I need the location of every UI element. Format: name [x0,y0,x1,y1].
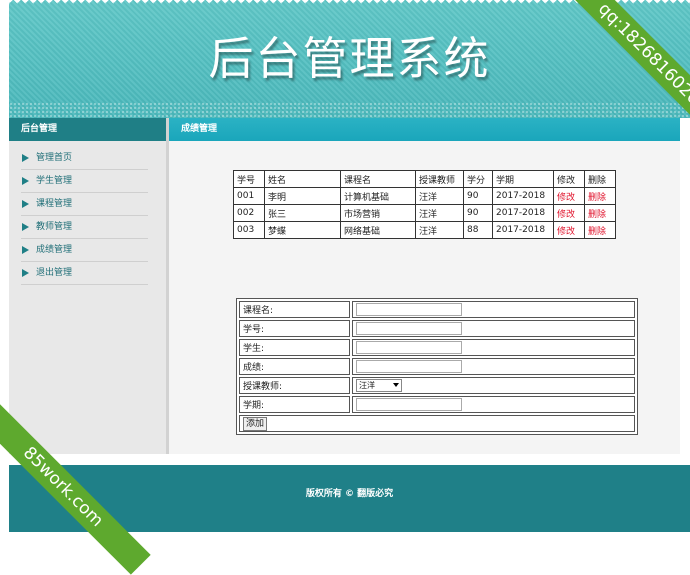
copyright-text: 版权所有 © 翻版必究 [305,489,394,499]
column-header: 授课教师 [415,170,464,188]
column-header: 学期 [492,170,554,188]
teacher-select-value: 汪洋 [359,381,375,390]
sidebar-item-home[interactable]: 管理首页 [21,147,148,170]
table-cell: 汪洋 [415,221,464,239]
table-cell: 002 [233,204,265,222]
table-cell: 2017-2018 [492,187,554,205]
edit-link[interactable]: 修改 [553,187,585,205]
teacher-cell: 汪洋 [352,377,635,394]
sidebar-item-grades[interactable]: 成绩管理 [21,239,148,262]
term-input[interactable] [356,398,462,411]
arrow-right-icon [22,177,29,185]
chevron-down-icon [393,383,399,387]
table-cell: 88 [463,221,493,239]
sidebar-item-label: 课程管理 [36,199,73,209]
arrow-right-icon [22,200,29,208]
table-cell: 市场营销 [340,204,416,222]
sidebar-nav: 管理首页 学生管理 课程管理 教师管理 成绩管理 退出管理 [9,147,166,285]
score-label: 成绩: [239,358,350,375]
table-row: 001 李明 计算机基础 汪洋 90 2017-2018 修改 删除 [233,187,616,205]
table-cell: 001 [233,187,265,205]
arrow-right-icon [22,223,29,231]
add-grade-form: 课程名: 学号: 学生: 成绩: 授课教师: 汪洋 学期: 添加 [236,298,638,435]
sidebar-item-label: 教师管理 [36,222,73,232]
student-input[interactable] [356,341,462,354]
edit-link[interactable]: 修改 [553,221,585,239]
column-header: 修改 [553,170,585,188]
teacher-label: 授课教师: [239,377,350,394]
student-cell [352,339,635,356]
column-header: 姓名 [264,170,341,188]
teacher-select[interactable]: 汪洋 [356,379,402,392]
main-panel: 成绩管理 学号 姓名 课程名 授课教师 学分 学期 修改 删除 001 李明 计… [169,118,680,454]
submit-cell: 添加 [239,415,635,432]
sidebar-item-teachers[interactable]: 教师管理 [21,216,148,239]
score-cell [352,358,635,375]
table-cell: 张三 [264,204,341,222]
table-cell: 2017-2018 [492,204,554,222]
sidebar-item-courses[interactable]: 课程管理 [21,193,148,216]
table-cell: 汪洋 [415,204,464,222]
student-label: 学生: [239,339,350,356]
column-header: 学号 [233,170,265,188]
table-cell: 汪洋 [415,187,464,205]
sidebar: 后台管理 管理首页 学生管理 课程管理 教师管理 成绩管理 退出管理 [9,118,169,454]
delete-link[interactable]: 删除 [584,221,616,239]
column-header: 学分 [463,170,493,188]
grades-table: 学号 姓名 课程名 授课教师 学分 学期 修改 删除 001 李明 计算机基础 … [233,170,616,239]
term-cell [352,396,635,413]
table-cell: 梦蝶 [264,221,341,239]
site-header: 后台管理系统 [9,0,690,118]
course-label: 课程名: [239,301,350,318]
table-cell: 003 [233,221,265,239]
delete-link[interactable]: 删除 [584,187,616,205]
column-header: 删除 [584,170,616,188]
sidebar-item-label: 管理首页 [36,153,73,163]
edit-link[interactable]: 修改 [553,204,585,222]
course-input[interactable] [356,303,462,316]
score-input[interactable] [356,360,462,373]
table-cell: 2017-2018 [492,221,554,239]
table-header-row: 学号 姓名 课程名 授课教师 学分 学期 修改 删除 [233,170,616,188]
site-title: 后台管理系统 [208,32,491,85]
sidebar-item-students[interactable]: 学生管理 [21,170,148,193]
table-cell: 90 [463,204,493,222]
table-row: 002 张三 市场营销 汪洋 90 2017-2018 修改 删除 [233,204,616,222]
sidebar-item-label: 学生管理 [36,176,73,186]
page-title: 成绩管理 [169,118,680,141]
column-header: 课程名 [340,170,416,188]
student-id-cell [352,320,635,337]
header-dot-band [9,102,690,118]
table-cell: 90 [463,187,493,205]
arrow-right-icon [22,269,29,277]
table-row: 003 梦蝶 网络基础 汪洋 88 2017-2018 修改 删除 [233,221,616,239]
sidebar-item-logout[interactable]: 退出管理 [21,262,148,285]
delete-link[interactable]: 删除 [584,204,616,222]
course-cell [352,301,635,318]
table-cell: 网络基础 [340,221,416,239]
term-label: 学期: [239,396,350,413]
table-cell: 李明 [264,187,341,205]
student-id-input[interactable] [356,322,462,335]
table-cell: 计算机基础 [340,187,416,205]
arrow-right-icon [22,154,29,162]
student-id-label: 学号: [239,320,350,337]
add-button[interactable]: 添加 [243,416,268,431]
arrow-right-icon [22,246,29,254]
sidebar-item-label: 退出管理 [36,268,73,278]
sidebar-item-label: 成绩管理 [36,245,73,255]
sidebar-title: 后台管理 [9,118,166,141]
